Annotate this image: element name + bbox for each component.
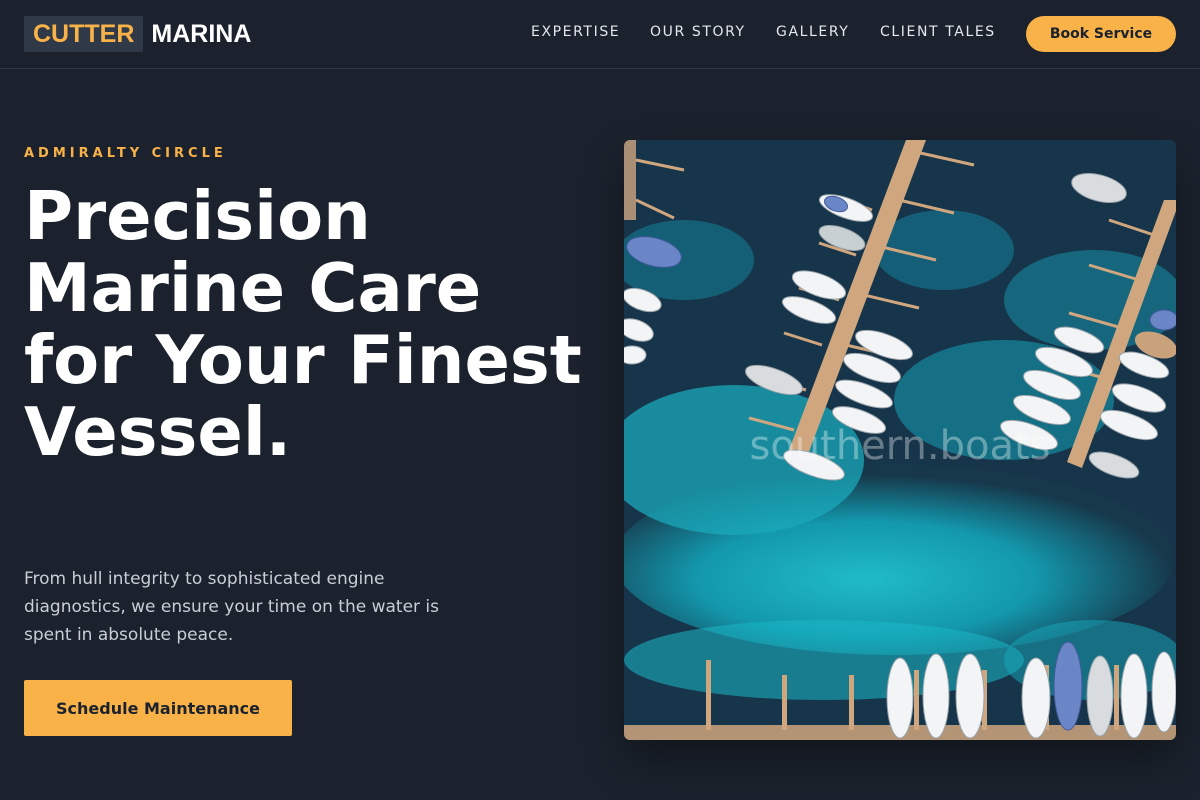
hero-subtext: From hull integrity to sophisticated eng… — [24, 569, 440, 645]
nav-client-tales[interactable]: CLIENT TALES — [880, 24, 996, 40]
marina-aerial-photo: southern.boats — [624, 140, 1176, 740]
schedule-maintenance-button[interactable]: Schedule Maintenance — [24, 680, 292, 736]
hero-eyebrow: ADMIRALTY CIRCLE — [24, 146, 227, 161]
nav-gallery[interactable]: GALLERY — [776, 24, 849, 40]
site-header: CUTTER MARINA EXPERTISE OUR STORY GALLER… — [0, 0, 1200, 69]
logo-text: MARINA — [151, 19, 252, 48]
logo[interactable]: CUTTER MARINA — [24, 16, 251, 52]
nav-our-story[interactable]: OUR STORY — [650, 24, 746, 40]
photo-watermark: southern.boats — [749, 423, 1051, 469]
hero-headline: Precision Marine Care for Your Finest Ve… — [24, 177, 582, 471]
nav-expertise[interactable]: EXPERTISE — [531, 24, 620, 40]
book-service-button[interactable]: Book Service — [1026, 16, 1176, 52]
logo-highlight: CUTTER — [24, 16, 144, 52]
